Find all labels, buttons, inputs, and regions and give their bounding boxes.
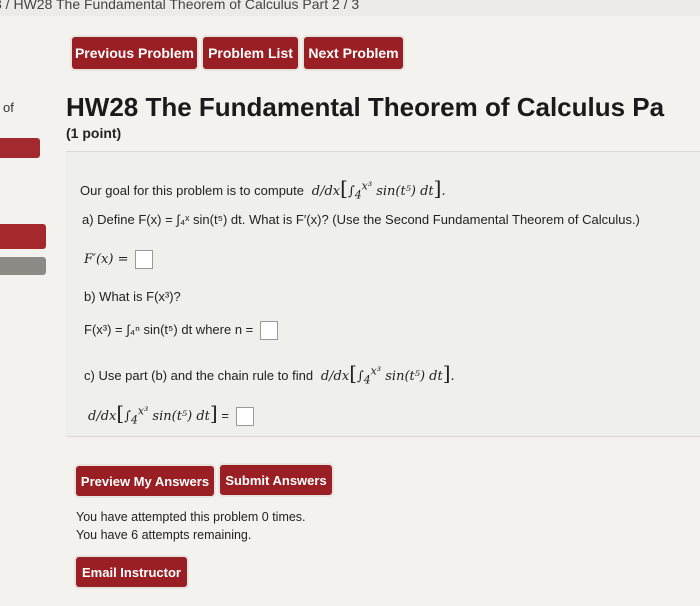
next-problem-button[interactable]: Next Problem xyxy=(304,37,403,69)
part-c-text: c) Use part (b) and the chain rule to fi… xyxy=(84,368,314,383)
part-a-answer-row: F′(x) = xyxy=(84,250,154,269)
previous-problem-button[interactable]: Previous Problem xyxy=(72,37,197,69)
part-a-text: a) Define F(x) = ∫₄ˣ sin(t⁵) dt. What is… xyxy=(82,212,640,227)
top-bar: 3 / HW28 The Fundamental Theorem of Calc… xyxy=(0,0,700,16)
attempted-status: You have attempted this problem 0 times. xyxy=(76,510,306,524)
email-instructor-button[interactable]: Email Instructor xyxy=(76,557,187,587)
breadcrumb: 3 / HW28 The Fundamental Theorem of Calc… xyxy=(0,0,360,12)
part-a-answer-input[interactable] xyxy=(135,250,154,269)
part-c-answer-formula: d/dx[∫4x³ sin(t⁵) dt] xyxy=(88,401,218,427)
sidebar-label: of xyxy=(3,100,14,115)
part-b-answer-row: F(x³) = ∫₄ⁿ sin(t⁵) dt where n = xyxy=(84,321,278,340)
part-b-text: b) What is F(x³)? xyxy=(84,289,181,304)
remaining-status: You have 6 attempts remaining. xyxy=(76,528,252,542)
sidebar-item[interactable] xyxy=(0,138,40,158)
part-c-row: c) Use part (b) and the chain rule to fi… xyxy=(84,361,455,387)
submit-answers-button[interactable]: Submit Answers xyxy=(220,465,332,495)
part-c-answer-input[interactable] xyxy=(235,407,254,427)
problem-list-button[interactable]: Problem List xyxy=(203,37,298,69)
part-b-answer-label: F(x³) = ∫₄ⁿ sin(t⁵) dt where n = xyxy=(84,321,254,337)
problem-intro: Our goal for this problem is to compute … xyxy=(80,176,446,202)
intro-text: Our goal for this problem is to compute xyxy=(80,183,304,198)
preview-answers-button[interactable]: Preview My Answers xyxy=(76,466,214,496)
intro-formula: d/dx[∫4x³ sin(t⁵) dt]. xyxy=(307,176,446,202)
sidebar-item[interactable] xyxy=(0,257,46,275)
part-b-answer-input[interactable] xyxy=(259,321,278,340)
part-c-formula: d/dx[∫4x³ sin(t⁵) dt]. xyxy=(316,361,455,387)
sidebar-item[interactable] xyxy=(0,224,46,249)
page-title: HW28 The Fundamental Theorem of Calculus… xyxy=(66,92,665,122)
problem-points: (1 point) xyxy=(66,125,122,141)
part-c-answer-row: d/dx[∫4x³ sin(t⁵) dt] = xyxy=(88,401,254,427)
part-a-answer-label: F′(x) = xyxy=(84,251,129,267)
part-c-answer-label: = xyxy=(221,408,229,423)
